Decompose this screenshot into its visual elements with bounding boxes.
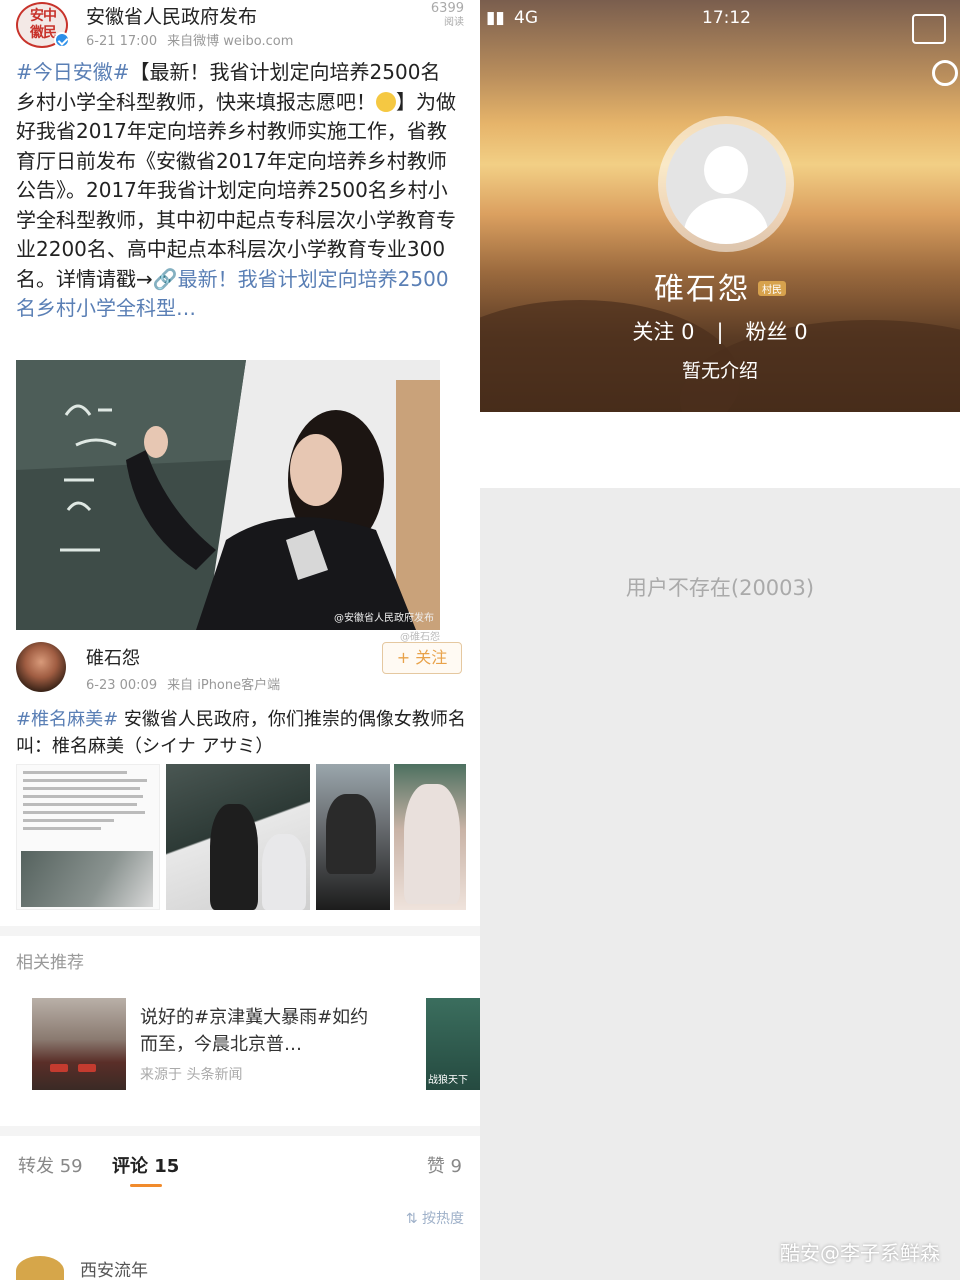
tab-likes[interactable]: 赞 9: [427, 1152, 462, 1178]
sort-label: 按热度: [422, 1211, 464, 1227]
post-author-name[interactable]: 安徽省人民政府发布: [86, 2, 257, 29]
hashtag-link[interactable]: #今日安徽#: [16, 60, 130, 84]
post-photo[interactable]: @安徽省人民政府发布: [16, 360, 440, 630]
post-text-part2: 】为做好我省2017年定向培养乡村教师实施工作，省教育厅日前发布《安徽省2017…: [16, 89, 456, 291]
thumbnail-figure: [326, 794, 376, 874]
follow-counts: 关注 0 | 粉丝 0: [480, 316, 960, 346]
followers-count[interactable]: 0: [794, 320, 807, 344]
smile-emoji-icon: [376, 91, 396, 112]
related-card-text: 说好的#京津冀大暴雨#如约而至，今晨北京普…: [140, 1007, 369, 1055]
avatar-head: [704, 146, 748, 194]
thumbnail-mini-photo: [21, 851, 153, 907]
profile-name-text: 碓石怨: [654, 272, 750, 307]
commenter-name[interactable]: 西安流年: [80, 1256, 148, 1280]
thumbnail-figure: [404, 784, 460, 904]
sort-by-hot-button[interactable]: ⇅ 按热度: [406, 1208, 464, 1228]
following-label[interactable]: 关注: [632, 320, 674, 344]
user-badge: 村民: [758, 281, 786, 296]
section-divider: [0, 1126, 480, 1136]
thumbnail-figure: [210, 804, 258, 910]
profile-intro: 暂无介绍: [681, 360, 758, 382]
related-card[interactable]: 说好的#京津冀大暴雨#如约而至，今晨北京普… 来源于 头条新闻: [16, 984, 416, 1096]
repost-author-name[interactable]: 碓石怨: [86, 644, 140, 670]
counts-separator: |: [716, 320, 724, 344]
view-count-value: 6399: [430, 1, 464, 16]
profile-banner: ▮▮ 4G 17:12 碓石怨 村民 关注 0 | 粉丝 0 暂无介绍: [480, 0, 960, 412]
photo-watermark: @安徽省人民政府发布: [334, 613, 434, 624]
post-source: 来自微博 weibo.com: [167, 34, 294, 49]
tab-comments[interactable]: 评论 15: [112, 1152, 179, 1178]
source-watermark: 酷安@李子系鲜森: [780, 1241, 940, 1265]
tab-reposts[interactable]: 转发 59: [18, 1152, 83, 1178]
repost-date: 6-23 00:09: [86, 678, 158, 693]
related-card-2[interactable]: 战狼天下: [426, 998, 480, 1090]
avatar-body: [684, 198, 768, 244]
related-card-source: 来源于 头条新闻: [140, 1067, 243, 1083]
following-count[interactable]: 0: [681, 320, 694, 344]
repost-source: 来自 iPhone客户端: [167, 678, 281, 693]
carrier-label: 4G: [514, 8, 538, 28]
thumbnail-text-lines: [23, 771, 153, 835]
thumbnail-photo-4[interactable]: [394, 764, 466, 910]
active-tab-indicator: [130, 1184, 162, 1187]
profile-content-area: 用户不存在(20003): [480, 488, 960, 1280]
related-card-2-text: 战狼天下: [428, 1075, 468, 1086]
thumbnail-photo-3[interactable]: [316, 764, 390, 910]
repost-author-avatar[interactable]: [16, 642, 66, 692]
post-body: #今日安徽#【最新！我省计划定向培养2500名乡村小学全科型教师，快来填报志愿吧…: [16, 58, 460, 324]
commenter-avatar[interactable]: [16, 1256, 64, 1280]
repost-hashtag-link[interactable]: #椎名麻美#: [16, 709, 118, 730]
search-icon[interactable]: [932, 60, 958, 86]
follow-button[interactable]: + 关注: [382, 642, 462, 674]
signal-icon: ▮▮: [486, 8, 505, 28]
car-shape: [50, 1064, 68, 1072]
teacher-photo-illustration: [16, 360, 440, 630]
weibo-post-screenshot: 安中徽民 安徽省人民政府发布 6-21 17:00 来自微博 weibo.com …: [0, 0, 480, 1280]
profile-screenshot: ▮▮ 4G 17:12 碓石怨 村民 关注 0 | 粉丝 0 暂无介绍 用户不存在(2…: [480, 0, 960, 1280]
user-not-found-message: 用户不存在(20003): [625, 576, 815, 600]
share-icon[interactable]: [912, 14, 946, 44]
status-time: 17:12: [702, 8, 751, 28]
default-avatar-icon[interactable]: [666, 124, 786, 244]
followers-label[interactable]: 粉丝: [746, 320, 788, 344]
thumbnail-screenshot[interactable]: [16, 764, 160, 910]
verified-icon: [54, 32, 70, 48]
post-meta: 6-21 17:00 来自微博 weibo.com: [86, 30, 303, 49]
interaction-tabs: 转发 59 评论 15 赞 9: [0, 1146, 480, 1190]
repost-header: 碓石怨 6-23 00:09 来自 iPhone客户端 + 关注: [16, 640, 466, 696]
related-card-image: [32, 998, 126, 1090]
thumbnail-photo-2[interactable]: [166, 764, 310, 910]
view-count: 6399 阅读: [431, 2, 464, 30]
thumbnail-figure: [262, 834, 306, 910]
related-title: 相关推荐: [16, 953, 84, 973]
first-comment-row: 西安流年: [16, 1250, 476, 1280]
post-date: 6-21 17:00: [86, 34, 158, 49]
repost-body: #椎名麻美# 安徽省人民政府，你们推崇的偶像女教师名叫：椎名麻美（シイナ アサミ…: [16, 706, 466, 760]
car-shape: [78, 1064, 96, 1072]
section-divider: [0, 926, 480, 936]
profile-name: 碓石怨 村民: [480, 264, 960, 308]
view-count-unit: 阅读: [444, 17, 464, 28]
repost-image-grid: [16, 764, 466, 912]
repost-meta: 6-23 00:09 来自 iPhone客户端: [86, 674, 290, 693]
post-header: 安中徽民 安徽省人民政府发布 6-21 17:00 来自微博 weibo.com …: [16, 2, 476, 54]
